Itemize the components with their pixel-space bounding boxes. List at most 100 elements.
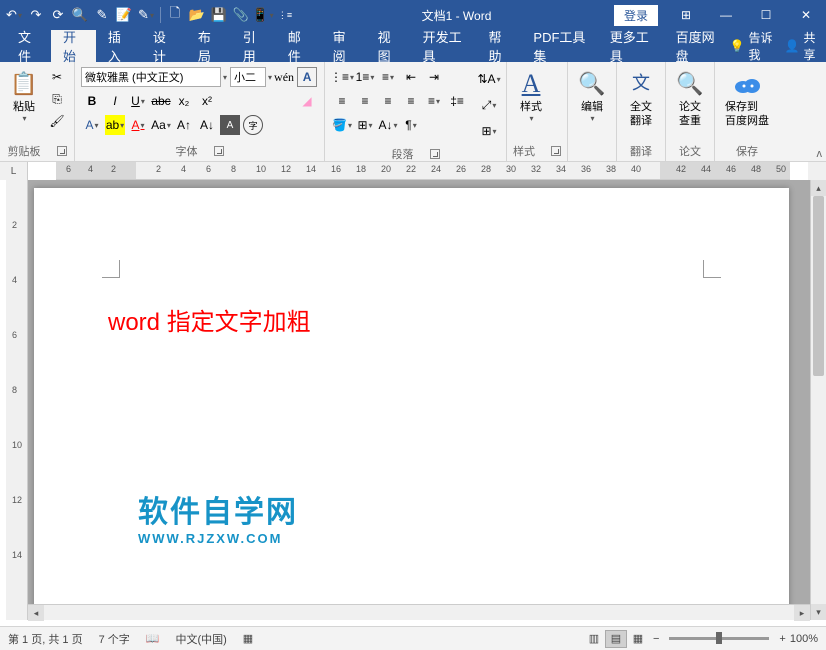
- tab-insert[interactable]: 插入: [96, 30, 141, 62]
- tab-layout[interactable]: 布局: [186, 30, 231, 62]
- format-painter-icon[interactable]: 🖌: [47, 111, 67, 131]
- ribbon-options-icon[interactable]: ⊞: [666, 0, 706, 30]
- scroll-thumb[interactable]: [813, 196, 824, 376]
- editing-button[interactable]: 🔍 编辑 ▾: [574, 66, 610, 145]
- copy-icon[interactable]: ⎘: [47, 89, 67, 109]
- text-effects-icon[interactable]: A▾: [82, 115, 102, 135]
- underline-icon[interactable]: U▾: [128, 91, 148, 111]
- view-web-icon[interactable]: ▦: [627, 630, 649, 648]
- shrink-font-icon[interactable]: A↓: [197, 115, 217, 135]
- undo-icon[interactable]: ↶▾: [4, 5, 24, 25]
- tab-dev[interactable]: 开发工具: [411, 30, 477, 62]
- tab-mailings[interactable]: 邮件: [276, 30, 321, 62]
- styles-dialog-launcher[interactable]: [551, 146, 561, 156]
- quick-edit-icon[interactable]: ✎: [92, 5, 112, 25]
- ink-dropdown-icon[interactable]: ✎▾: [136, 5, 156, 25]
- tab-home[interactable]: 开始: [51, 30, 96, 62]
- zoom-thumb[interactable]: [716, 632, 722, 644]
- char-border-icon[interactable]: A: [297, 67, 317, 87]
- char-case-icon[interactable]: Aa▾: [151, 115, 171, 135]
- tab-review[interactable]: 审阅: [321, 30, 366, 62]
- clipboard-dialog-launcher[interactable]: [57, 146, 67, 156]
- styles-button[interactable]: A 样式 ▾: [513, 66, 549, 141]
- status-proof-icon[interactable]: 📖: [146, 632, 160, 645]
- tell-me-button[interactable]: 💡告诉我: [730, 29, 773, 63]
- refresh-icon[interactable]: ⟳: [48, 5, 68, 25]
- font-size-input[interactable]: [230, 67, 266, 87]
- tab-help[interactable]: 帮助: [476, 30, 521, 62]
- align-left-icon[interactable]: ≡: [332, 91, 352, 111]
- document-area[interactable]: word 指定文字加粗 软件自学网 WWW.RJZXW.COM: [28, 180, 810, 620]
- document-text-line1[interactable]: word 指定文字加粗: [108, 302, 715, 337]
- view-print-icon[interactable]: ▤: [605, 630, 627, 648]
- login-button[interactable]: 登录: [614, 5, 658, 26]
- clear-format-icon[interactable]: ◢: [297, 91, 317, 111]
- paste-button[interactable]: 📋 粘贴 ▾: [6, 66, 42, 141]
- italic-icon[interactable]: I: [105, 91, 125, 111]
- share-button[interactable]: 👤共享: [785, 29, 819, 63]
- bold-icon[interactable]: B: [82, 91, 102, 111]
- status-chars[interactable]: 7 个字: [99, 631, 130, 647]
- new-file-icon[interactable]: 🗋: [165, 5, 185, 25]
- distribute-icon[interactable]: ≡▾: [424, 91, 444, 111]
- cut-icon[interactable]: ✂: [47, 67, 67, 87]
- grow-font-icon[interactable]: A↑: [174, 115, 194, 135]
- plagiarism-button[interactable]: 🔍 论文 查重: [672, 66, 708, 141]
- maximize-icon[interactable]: ☐: [746, 0, 786, 30]
- multilevel-icon[interactable]: ≡▾: [378, 67, 398, 87]
- enclose-char-icon[interactable]: 字: [243, 115, 263, 135]
- open-file-icon[interactable]: 📂: [187, 5, 207, 25]
- redo-icon[interactable]: ↷: [26, 5, 46, 25]
- vertical-scrollbar[interactable]: ▴ ▾: [810, 180, 826, 620]
- indent-right-icon[interactable]: ⇥: [424, 67, 444, 87]
- tab-pdf[interactable]: PDF工具集: [521, 30, 597, 62]
- horizontal-scrollbar[interactable]: ◂ ▸: [28, 604, 810, 620]
- bullets-icon[interactable]: ⋮≡▾: [332, 67, 352, 87]
- minimize-icon[interactable]: —: [706, 0, 746, 30]
- text-direction-icon[interactable]: ⇅A▾: [479, 67, 499, 91]
- paragraph-marks-icon[interactable]: ⊞▾: [479, 119, 499, 143]
- tab-references[interactable]: 引用: [231, 30, 276, 62]
- subscript-icon[interactable]: x₂: [174, 91, 194, 111]
- char-shading-icon[interactable]: A: [220, 115, 240, 135]
- shading-icon[interactable]: 🪣▾: [332, 115, 352, 135]
- scroll-up-icon[interactable]: ▴: [811, 180, 826, 196]
- tab-more[interactable]: 更多工具: [598, 30, 664, 62]
- view-read-icon[interactable]: ▥: [583, 630, 605, 648]
- align-right-icon[interactable]: ≡: [378, 91, 398, 111]
- line-spacing-icon[interactable]: ‡≡: [447, 91, 467, 111]
- scroll-left-icon[interactable]: ◂: [28, 605, 44, 621]
- scroll-down-icon[interactable]: ▾: [811, 604, 826, 620]
- ink-icon[interactable]: 📝: [114, 5, 134, 25]
- zoom-level[interactable]: 100%: [790, 633, 818, 645]
- status-page[interactable]: 第 1 页, 共 1 页: [8, 631, 83, 647]
- superscript-icon[interactable]: x²: [197, 91, 217, 111]
- sort-icon[interactable]: A↓▾: [378, 115, 398, 135]
- borders-icon[interactable]: ⊞▾: [355, 115, 375, 135]
- save-icon[interactable]: 💾: [209, 5, 229, 25]
- ruler-corner[interactable]: L: [0, 162, 28, 180]
- mobile-icon[interactable]: 📱▾: [253, 5, 273, 25]
- translate-button[interactable]: 文 全文 翻译: [623, 66, 659, 141]
- tab-file[interactable]: 文件: [6, 30, 51, 62]
- font-color-icon[interactable]: A▾: [128, 115, 148, 135]
- ruler-horizontal[interactable]: 6422468101214161820222426283032343638404…: [56, 162, 790, 180]
- strikethrough-icon[interactable]: abc: [151, 91, 171, 111]
- collapse-ribbon-icon[interactable]: ʌ: [817, 148, 823, 160]
- status-lang[interactable]: 中文(中国): [175, 631, 226, 647]
- tab-design[interactable]: 设计: [141, 30, 186, 62]
- zoom-out-icon[interactable]: −: [653, 633, 659, 645]
- scroll-right-icon[interactable]: ▸: [794, 605, 810, 621]
- justify-icon[interactable]: ≡: [401, 91, 421, 111]
- show-marks-icon[interactable]: ¶▾: [401, 115, 421, 135]
- qa-customize-icon[interactable]: ⋮≡: [275, 5, 295, 25]
- para-dialog-launcher[interactable]: [430, 149, 440, 159]
- char-scale-icon[interactable]: ⤢▾: [479, 93, 499, 117]
- tab-baidu[interactable]: 百度网盘: [664, 30, 730, 62]
- highlight-icon[interactable]: ab▾: [105, 115, 125, 135]
- status-macro-icon[interactable]: ▦: [243, 632, 253, 645]
- search-icon[interactable]: 🔍: [70, 5, 90, 25]
- indent-left-icon[interactable]: ⇤: [401, 67, 421, 87]
- close-icon[interactable]: ✕: [786, 0, 826, 30]
- attach-icon[interactable]: 📎: [231, 5, 251, 25]
